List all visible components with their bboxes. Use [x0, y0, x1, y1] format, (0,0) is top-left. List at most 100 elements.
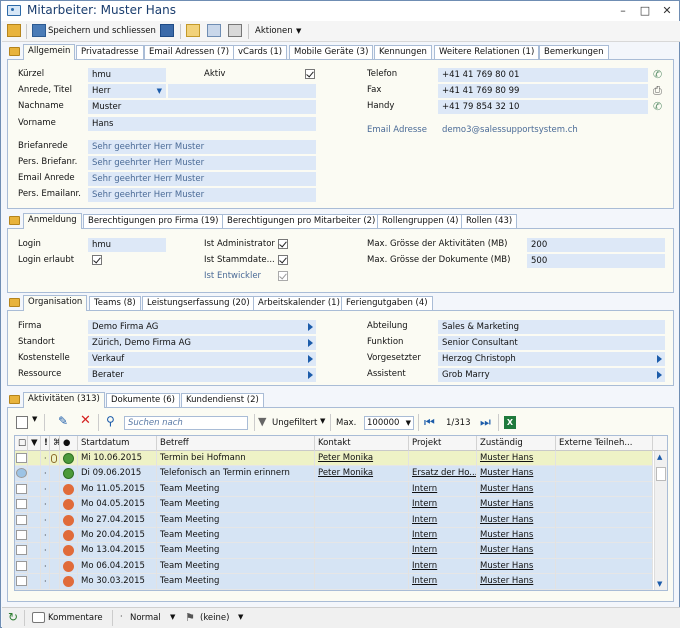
cell-zustaendig[interactable]: Muster Hans — [477, 451, 556, 466]
login-erlaubt-checkbox[interactable] — [92, 255, 102, 265]
save-close-button[interactable]: Speichern und schliessen — [48, 23, 156, 40]
tab-privatadresse[interactable]: Privatadresse — [76, 45, 144, 59]
cell-zustaendig[interactable]: Muster Hans — [477, 512, 556, 528]
tab-kundendienst[interactable]: Kundendienst (2) — [181, 393, 264, 407]
edit-icon[interactable]: ✎ — [58, 414, 68, 428]
cell-projekt[interactable]: Intern — [409, 558, 477, 574]
actions-menu[interactable]: Aktionen — [255, 23, 293, 40]
abteilung-field[interactable]: Sales & Marketing — [438, 320, 665, 334]
tab-rollengruppen[interactable]: Rollengruppen (4) — [377, 214, 464, 228]
briefanrede-field[interactable]: Sehr geehrter Herr Muster — [88, 140, 316, 154]
table-row[interactable]: · Mo 04.05.2015 Team Meeting Intern Muster H… — [15, 497, 653, 513]
cell-kontakt[interactable] — [315, 574, 409, 590]
cell-projekt[interactable]: Intern — [409, 497, 477, 513]
max-aktivitaeten-field[interactable]: 200 — [527, 238, 665, 252]
email-link[interactable]: demo3@salessupportsystem.ch — [442, 125, 578, 135]
scroll-down-icon[interactable]: ▼ — [657, 580, 662, 588]
table-row[interactable]: · Mo 13.04.2015 Team Meeting Intern Muster H… — [15, 543, 653, 559]
tab-kennungen[interactable]: Kennungen — [374, 45, 432, 59]
nachname-field[interactable]: Muster — [88, 100, 316, 114]
scroll-thumb[interactable] — [656, 467, 666, 481]
funktion-field[interactable]: Senior Consultant — [438, 336, 665, 350]
col-betreff[interactable]: Betreff — [157, 436, 315, 451]
cell-zustaendig[interactable]: Muster Hans — [477, 466, 556, 482]
cell-projekt[interactable]: Intern — [409, 481, 477, 497]
cell-projekt[interactable]: Intern — [409, 574, 477, 590]
filter-column-icon[interactable]: ▼ — [28, 436, 41, 451]
save-icon[interactable] — [160, 24, 174, 37]
tab-dokumente[interactable]: Dokumente (6) — [106, 393, 180, 407]
search-icon[interactable]: ⚲ — [106, 414, 115, 428]
refresh-icon[interactable]: ↻ — [8, 610, 18, 624]
printer-icon[interactable] — [228, 24, 242, 37]
ressource-field[interactable]: Berater — [88, 368, 316, 382]
priority-dropdown[interactable]: Normal — [130, 613, 161, 623]
cell-projekt[interactable]: Intern — [409, 512, 477, 528]
type-column-icon[interactable]: □ — [15, 436, 28, 451]
assistent-field[interactable]: Grob Marry — [438, 368, 665, 382]
firma-field[interactable]: Demo Firma AG — [88, 320, 316, 334]
comment-icon[interactable] — [32, 612, 45, 623]
tab-mobile-geraete[interactable]: Mobile Geräte (3) — [289, 45, 374, 59]
kuerzel-field[interactable]: hmu — [88, 68, 166, 82]
chevron-down-icon[interactable]: ▼ — [32, 415, 37, 423]
table-row[interactable]: · Mo 11.05.2015 Team Meeting Intern Muster H… — [15, 481, 653, 498]
fax-field[interactable]: +41 41 769 80 99 — [438, 84, 648, 98]
tab-organisation[interactable]: Organisation — [23, 295, 88, 311]
print-preview-icon[interactable] — [207, 24, 221, 37]
tab-allgemein[interactable]: Allgemein — [23, 44, 76, 60]
folder-icon[interactable] — [7, 24, 21, 37]
tab-berechtigungen-firma[interactable]: Berechtigungen pro Firma (19) — [83, 214, 224, 228]
pers-briefanr-field[interactable]: Sehr geehrter Herr Muster — [88, 156, 316, 170]
cell-kontakt[interactable] — [315, 512, 409, 528]
filter-icon[interactable]: ▼ — [258, 415, 266, 428]
email-anrede-field[interactable]: Sehr geehrter Herr Muster — [88, 172, 316, 186]
close-button[interactable]: ✕ — [659, 3, 675, 18]
tab-anmeldung[interactable]: Anmeldung — [23, 213, 82, 229]
vorname-field[interactable]: Hans — [88, 117, 316, 131]
col-projekt[interactable]: Projekt — [409, 436, 477, 451]
tab-bemerkungen[interactable]: Bemerkungen — [539, 45, 609, 59]
priority-column-icon[interactable]: ! — [41, 436, 50, 451]
last-page-icon[interactable]: ⏭ — [480, 415, 491, 430]
max-select[interactable]: 100000 ▼ — [364, 416, 414, 430]
comments-button[interactable]: Kommentare — [48, 613, 103, 623]
tab-vcards[interactable]: vCards (1) — [233, 45, 288, 59]
flag-icon[interactable]: ⚑ — [185, 611, 195, 624]
chevron-down-icon[interactable]: ▼ — [238, 613, 243, 621]
grid-scrollbar[interactable]: ▲ ▼ — [654, 451, 667, 590]
tab-email-adressen[interactable]: Email Adressen (7) — [144, 45, 235, 59]
cell-zustaendig[interactable]: Muster Hans — [477, 481, 556, 497]
cell-projekt[interactable]: Intern — [409, 543, 477, 559]
cell-zustaendig[interactable]: Muster Hans — [477, 497, 556, 513]
cell-kontakt[interactable] — [315, 558, 409, 574]
cell-projekt[interactable]: Intern — [409, 528, 477, 543]
excel-export-icon[interactable]: X — [504, 416, 516, 429]
new-activity-icon[interactable] — [16, 416, 28, 429]
table-row[interactable]: · Mo 30.03.2015 Team Meeting Intern Muster H… — [15, 574, 653, 590]
table-row[interactable]: · Mo 27.04.2015 Team Meeting Intern Muster H… — [15, 512, 653, 528]
cell-zustaendig[interactable]: Muster Hans — [477, 543, 556, 559]
max-dokumente-field[interactable]: 500 — [527, 254, 665, 268]
ist-admin-checkbox[interactable] — [278, 239, 288, 249]
cell-kontakt[interactable]: Peter Monika — [315, 466, 409, 482]
pers-emailanr-field[interactable]: Sehr geehrter Herr Muster — [88, 188, 316, 202]
tab-feriengutgaben[interactable]: Feriengutgaben (4) — [341, 296, 433, 310]
phone-icon[interactable]: ✆ — [653, 69, 665, 81]
filter-dropdown[interactable]: Ungefiltert — [272, 418, 317, 428]
search-input[interactable]: Suchen nach — [124, 416, 248, 430]
email-icon[interactable] — [186, 24, 200, 37]
col-startdatum[interactable]: Startdatum — [78, 436, 157, 451]
tab-leistungserfassung[interactable]: Leistungserfassung (20) — [142, 296, 255, 310]
col-zustaendig[interactable]: Zuständig — [477, 436, 556, 451]
delete-icon[interactable]: ✕ — [80, 413, 91, 428]
cell-zustaendig[interactable]: Muster Hans — [477, 574, 556, 590]
table-row[interactable]: · Mi 10.06.2015 Termin bei Hofmann Peter Mo… — [15, 451, 653, 467]
cell-projekt[interactable] — [409, 451, 477, 466]
tab-aktivitaeten[interactable]: Aktivitäten (313) — [23, 392, 105, 408]
tab-rollen[interactable]: Rollen (43) — [461, 214, 518, 228]
handy-field[interactable]: +41 79 854 32 10 — [438, 100, 648, 114]
cell-kontakt[interactable] — [315, 497, 409, 513]
cell-projekt[interactable]: Ersatz der Ho... — [409, 466, 477, 482]
vorgesetzter-field[interactable]: Herzog Christoph — [438, 352, 665, 366]
